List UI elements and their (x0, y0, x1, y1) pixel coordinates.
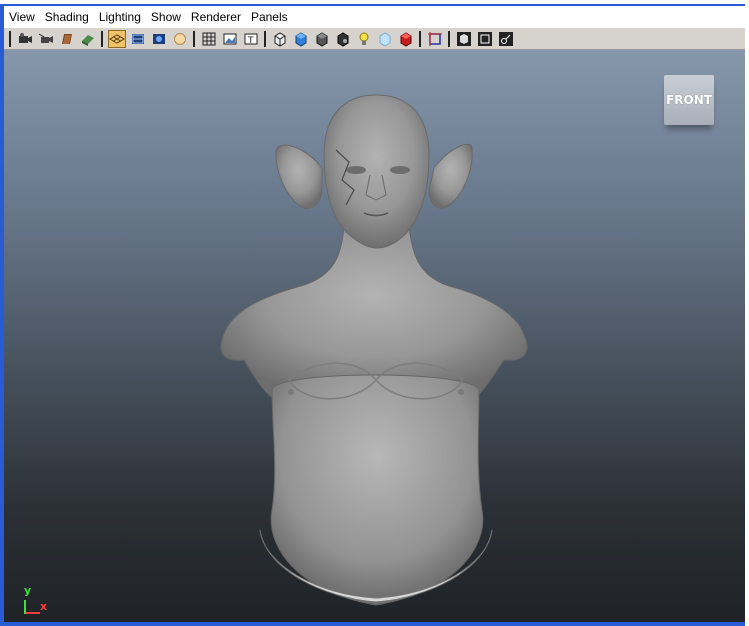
motion-blur-icon[interactable] (376, 30, 394, 48)
toolbar-separator (264, 30, 266, 47)
xray-icon[interactable] (271, 30, 289, 48)
bounding-box-icon[interactable] (200, 30, 218, 48)
maya-viewport-window: View Shading Lighting Show Renderer Pane… (0, 0, 749, 626)
toolbar-separator (448, 30, 450, 47)
axis-x-line (26, 612, 40, 614)
wireframe-on-shaded-icon[interactable]: T (242, 30, 260, 48)
menu-show[interactable]: Show (146, 8, 186, 26)
camera-attributes-icon[interactable] (37, 30, 55, 48)
shadows-icon[interactable] (313, 30, 331, 48)
safe-action-icon[interactable] (476, 30, 494, 48)
panel-menu-bar: View Shading Lighting Show Renderer Pane… (4, 6, 745, 28)
menu-view[interactable]: View (4, 8, 40, 26)
camera-select-icon[interactable] (16, 30, 34, 48)
toolbar-separator (193, 30, 195, 47)
toolbar-separator (419, 30, 421, 47)
view-cube[interactable]: FRONT (664, 75, 714, 125)
isolate-select-icon[interactable] (497, 30, 515, 48)
sculpted-bust-model[interactable] (4, 50, 745, 624)
window-edge-right (745, 4, 749, 626)
axis-indicator: y x (18, 582, 58, 622)
screen-space-ao-icon[interactable] (334, 30, 352, 48)
3d-viewport[interactable]: FRONT y x (4, 50, 745, 624)
wireframe-icon[interactable] (129, 30, 147, 48)
textured-icon[interactable] (221, 30, 239, 48)
axis-y-label: y (24, 584, 32, 597)
smooth-shade-icon[interactable] (150, 30, 168, 48)
image-plane-icon[interactable] (79, 30, 97, 48)
window-border-bottom (4, 622, 745, 626)
toolbar-separator (101, 30, 103, 47)
field-chart-icon[interactable] (455, 30, 473, 48)
view-cube-label: FRONT (666, 93, 712, 107)
bookmarks-icon[interactable] (58, 30, 76, 48)
menu-lighting[interactable]: Lighting (94, 8, 146, 26)
toolbar-separator (9, 30, 11, 47)
menu-shading[interactable]: Shading (40, 8, 94, 26)
panel-toolbar: T (4, 28, 745, 50)
flat-shade-icon[interactable] (171, 30, 189, 48)
gate-mask-icon[interactable] (426, 30, 444, 48)
svg-text:T: T (247, 36, 254, 46)
menu-renderer[interactable]: Renderer (186, 8, 246, 26)
use-lights-icon[interactable] (292, 30, 310, 48)
menu-panels[interactable]: Panels (246, 8, 293, 26)
axis-x-label: x (40, 600, 48, 613)
grid-icon[interactable] (107, 29, 126, 48)
lightbulb-icon[interactable] (355, 30, 373, 48)
resolution-gate-icon[interactable] (397, 30, 415, 48)
